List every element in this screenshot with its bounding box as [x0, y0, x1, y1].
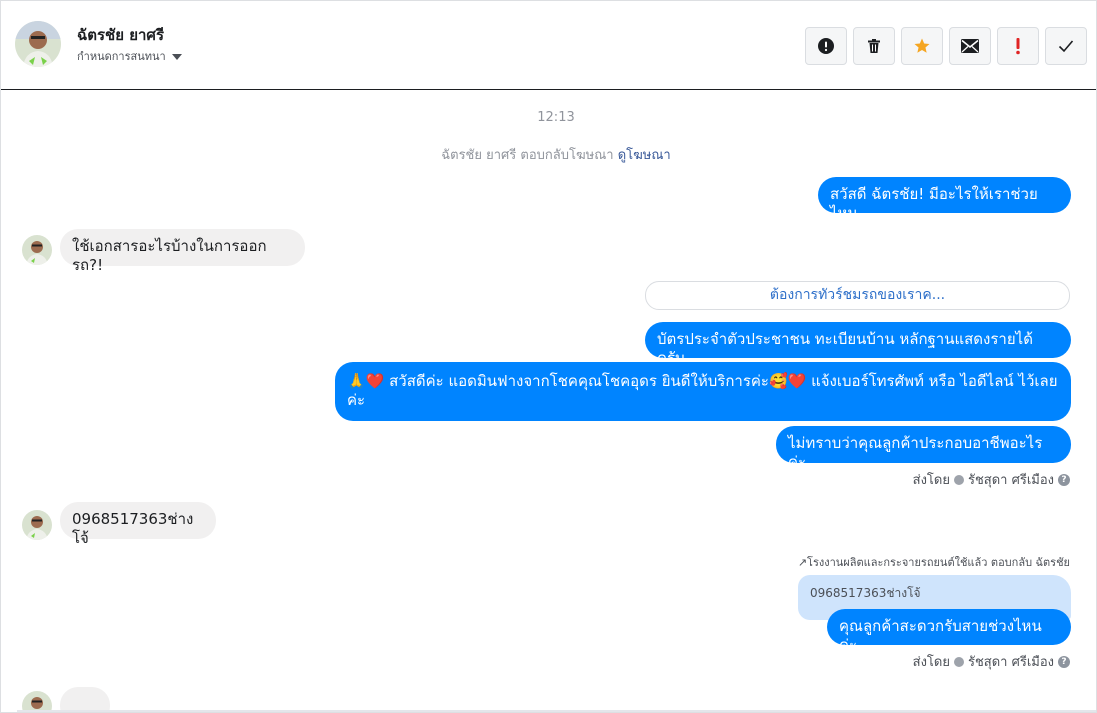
message-list[interactable]: 12:13 ฉัตรชัย ยาศรี ตอบกลับโฆษณา ดูโฆษณา…	[1, 90, 1096, 712]
help-icon[interactable]: ?	[1058, 655, 1070, 668]
contact-avatar-small	[22, 510, 52, 540]
star-icon	[914, 38, 930, 53]
sent-by-name[interactable]: รัชสุดา ศรีเมือง	[968, 651, 1054, 672]
envelope-icon	[961, 39, 979, 53]
composer-top-border	[17, 710, 1096, 712]
conversation-panel: ฉัตรชัย ยาศรี กำหนดการสนทนา 12:13 ฉัตรชั…	[0, 0, 1097, 713]
follow-up-button[interactable]	[997, 27, 1039, 65]
sent-by-info: ส่งโดย รัชสุดา ศรีเมือง ?	[913, 469, 1070, 490]
exclamation-circle-icon	[818, 38, 834, 54]
sent-by-label: ส่งโดย	[912, 655, 950, 670]
verified-badge-icon	[953, 474, 964, 485]
star-button[interactable]	[901, 27, 943, 65]
message-bubble-outgoing[interactable]: คุณลูกค้าสะดวกรับสายช่วงไหนค่ะ	[827, 609, 1071, 654]
check-icon	[1058, 40, 1074, 53]
message-bubble-outgoing[interactable]: บัตรประจำตัวประชาชน ทะเบียนบ้าน หลักฐานแ…	[645, 322, 1071, 367]
sent-by-name[interactable]: รัชสุดา ศรีเมือง	[968, 469, 1054, 490]
message-bubble-incoming[interactable]: 0968517363ช่างโจ้	[60, 502, 216, 547]
mail-button[interactable]	[949, 27, 991, 65]
trash-icon	[868, 39, 880, 53]
conversation-header: ฉัตรชัย ยาศรี กำหนดการสนทนา	[1, 1, 1096, 90]
help-icon[interactable]: ?	[1058, 473, 1070, 486]
sent-by-label: ส่งโดย	[912, 473, 950, 488]
exclamation-icon	[1016, 38, 1020, 55]
done-button[interactable]	[1045, 27, 1087, 65]
message-timestamp: 12:13	[537, 110, 575, 125]
caret-down-icon	[171, 53, 182, 60]
sent-by-info: ส่งโดย รัชสุดา ศรีเมือง ?	[913, 651, 1070, 672]
verified-badge-icon	[953, 656, 964, 667]
delete-button[interactable]	[853, 27, 895, 65]
view-ad-link[interactable]: ดูโฆษณา	[618, 148, 671, 163]
assign-label: กำหนดการสนทนา	[77, 50, 166, 63]
ad-notice-text: ฉัตรชัย ยาศรี ตอบกลับโฆษณา	[441, 148, 614, 163]
contact-avatar[interactable]	[15, 21, 61, 67]
assign-conversation-dropdown[interactable]: กำหนดการสนทนา	[77, 47, 182, 65]
message-bubble-incoming[interactable]: ใช้เอกสารอะไรบ้างในการออกรถ?!	[60, 229, 305, 274]
message-bubble-outgoing[interactable]: สวัสดี ฉัตรชัย! มีอะไรให้เราช่วยไหม	[818, 177, 1071, 222]
message-bubble-outgoing[interactable]: ไม่ทราบว่าคุณลูกค้าประกอบอาชีพอะไรค่ะ	[776, 426, 1071, 471]
header-actions	[805, 27, 1087, 65]
reply-context: ↗โรงงานผลิตและกระจายรถยนต์ใช้แล้ว ตอบกลั…	[797, 556, 1070, 569]
quick-reply-button[interactable]: ต้องการทัวร์ชมรถของเราค...	[645, 281, 1070, 310]
alert-button[interactable]	[805, 27, 847, 65]
ad-reply-notice: ฉัตรชัย ยาศรี ตอบกลับโฆษณา ดูโฆษณา	[1, 144, 1096, 165]
message-bubble-outgoing[interactable]: 🙏❤️ สวัสดีค่ะ แอดมินฟางจากโชคคุณโชคอุดร …	[335, 362, 1071, 421]
contact-avatar-small	[22, 235, 52, 265]
contact-name: ฉัตรชัย ยาศรี	[77, 26, 164, 44]
